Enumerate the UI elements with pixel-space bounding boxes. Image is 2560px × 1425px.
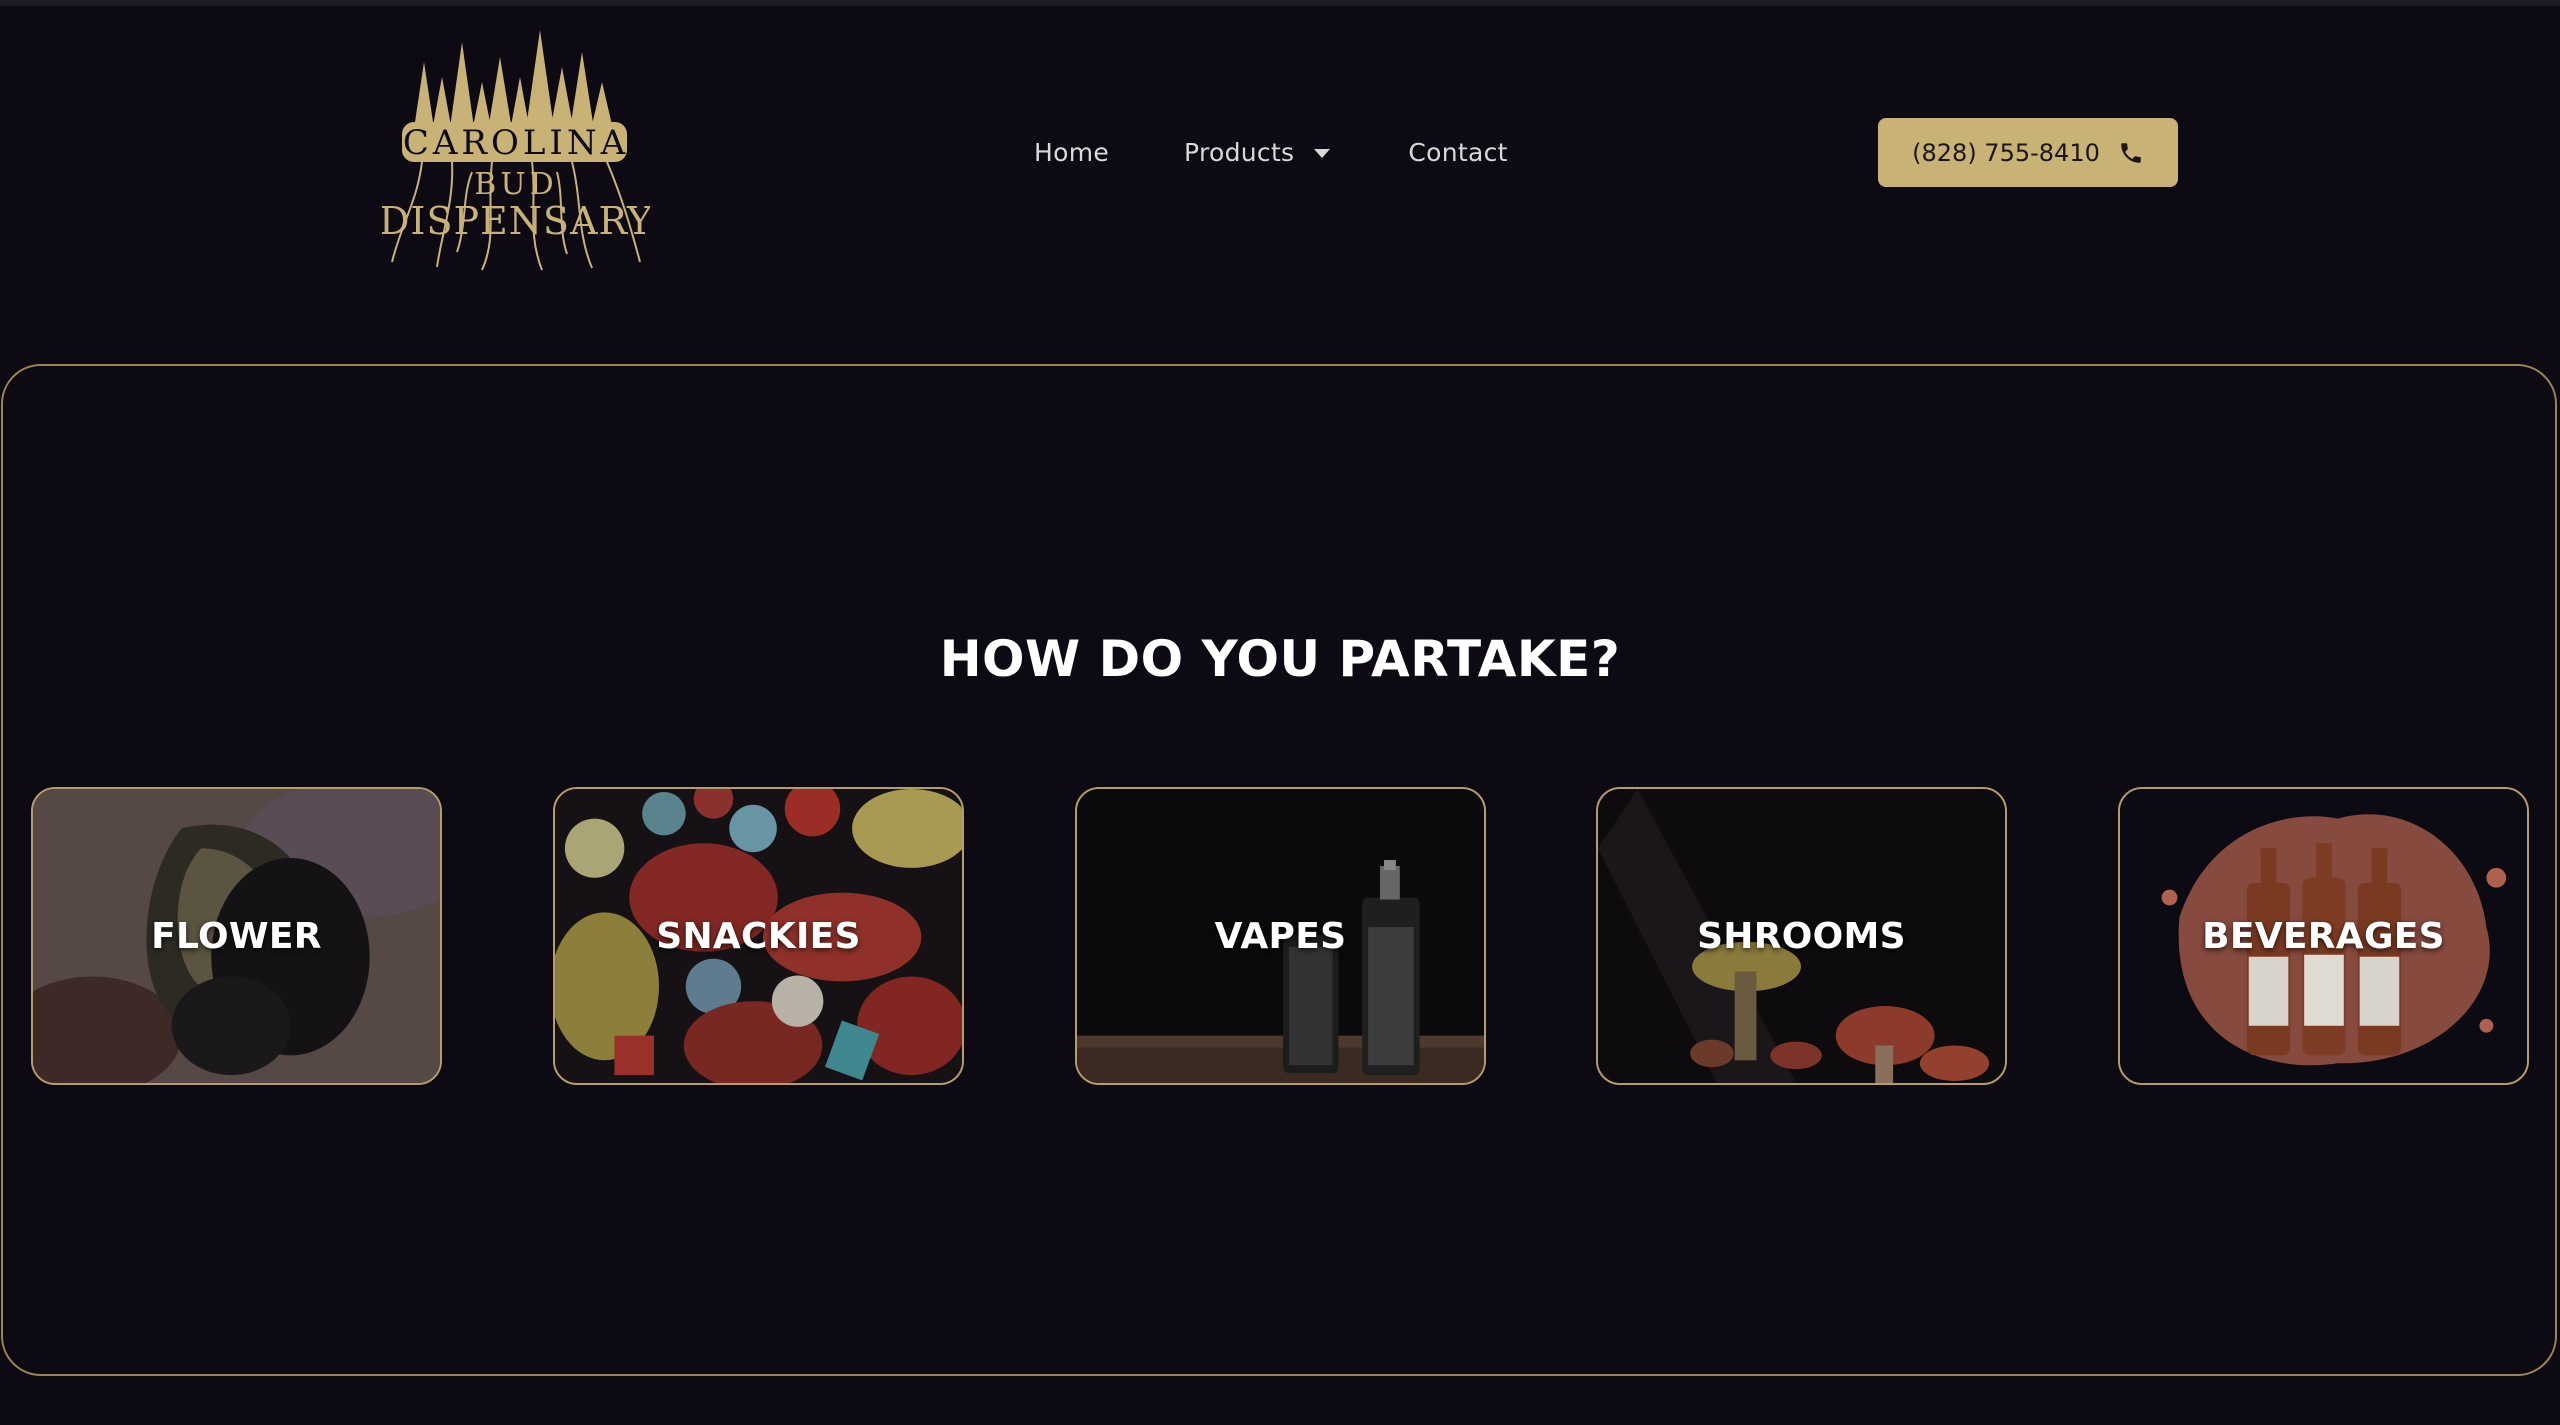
category-card-flower[interactable]: FLOWER bbox=[31, 787, 442, 1085]
section-heading: HOW DO YOU PARTAKE? bbox=[939, 630, 1621, 688]
svg-text:CAROLINA: CAROLINA bbox=[403, 123, 629, 163]
nav-home-link[interactable]: Home bbox=[1034, 138, 1109, 167]
chevron-down-icon bbox=[1314, 148, 1331, 158]
phone-button[interactable]: (828) 755-8410 bbox=[1878, 118, 2178, 187]
category-card-vapes[interactable]: VAPES bbox=[1075, 787, 1486, 1085]
svg-text:DISPENSARY: DISPENSARY bbox=[382, 199, 650, 243]
top-border bbox=[0, 0, 2560, 6]
category-label: VAPES bbox=[1214, 915, 1347, 957]
phone-button-label: (828) 755-8410 bbox=[1912, 138, 2100, 167]
main-nav: Home Products Contact bbox=[1000, 130, 1508, 174]
category-label: SHROOMS bbox=[1697, 915, 1906, 957]
nav-products-link[interactable]: Products bbox=[1184, 137, 1331, 167]
logo[interactable]: CAROLINA BUD DISPENSARY bbox=[382, 22, 650, 272]
category-label: BEVERAGES bbox=[2202, 915, 2445, 957]
category-label: SNACKIES bbox=[656, 915, 861, 957]
phone-icon bbox=[2118, 140, 2144, 166]
category-card-beverages[interactable]: BEVERAGES bbox=[2118, 787, 2529, 1085]
category-card-snackies[interactable]: SNACKIES bbox=[553, 787, 964, 1085]
nav-contact-link[interactable]: Contact bbox=[1408, 138, 1507, 167]
nav-products-label: Products bbox=[1184, 137, 1295, 167]
category-card-shrooms[interactable]: SHROOMS bbox=[1596, 787, 2007, 1085]
category-label: FLOWER bbox=[151, 915, 322, 957]
svg-text:BUD: BUD bbox=[474, 167, 557, 202]
